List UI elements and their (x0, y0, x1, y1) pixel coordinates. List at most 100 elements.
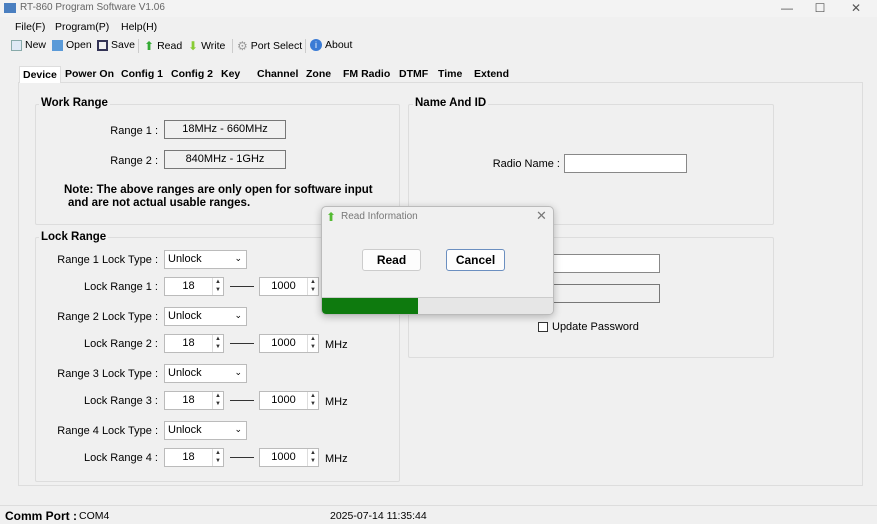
spin-arrows-icon[interactable]: ▲ ▼ (212, 335, 223, 352)
lock-range-high-stepper[interactable]: 1000 ▲ ▼ (259, 334, 319, 353)
tab-fm-radio[interactable]: FM Radio (340, 66, 393, 82)
tab-channel[interactable]: Channel (254, 66, 301, 82)
save-icon (97, 39, 108, 51)
radio-name-input[interactable] (564, 154, 687, 173)
comm-port-value: COM4 (79, 510, 110, 522)
password-input[interactable] (550, 254, 660, 273)
range-separator (230, 343, 254, 344)
spin-arrows-icon[interactable]: ▲ ▼ (212, 392, 223, 409)
note-text: Note: The above ranges are only open for… (64, 184, 373, 196)
tab-device[interactable]: Device (19, 66, 61, 83)
write-label: Write (201, 40, 226, 52)
lock-range-high-value: 1000 (271, 394, 296, 406)
lock-type-select[interactable]: Unlock ⌄ (164, 250, 247, 269)
lock-range-low-stepper[interactable]: 18 ▲ ▼ (164, 448, 224, 467)
range-separator (230, 457, 254, 458)
spin-arrows-icon[interactable]: ▲ ▼ (212, 449, 223, 466)
save-button[interactable]: Save (97, 39, 135, 51)
about-label: About (325, 39, 353, 51)
lock-type-value: Unlock (168, 310, 202, 322)
about-button[interactable]: i About (310, 39, 352, 51)
tab-power-on[interactable]: Power On (62, 66, 117, 82)
toolbar-divider (232, 39, 233, 53)
name-id-title: Name And ID (413, 97, 489, 109)
lock-range-low-stepper[interactable]: 18 ▲ ▼ (164, 277, 224, 296)
lock-range-low-stepper[interactable]: 18 ▲ ▼ (164, 391, 224, 410)
open-button[interactable]: Open (52, 39, 92, 51)
new-button[interactable]: New (11, 39, 46, 51)
lock-range-high-stepper[interactable]: 1000 ▲ ▼ (259, 277, 319, 296)
chevron-down-icon: ⌄ (234, 253, 242, 263)
update-password-checkbox[interactable] (538, 322, 548, 332)
progress-bar (322, 297, 553, 314)
gear-icon: ⚙ (237, 39, 248, 53)
spin-arrows-icon[interactable]: ▲ ▼ (307, 335, 318, 352)
progress-fill (322, 298, 418, 314)
port-select-label: Port Select (250, 40, 303, 52)
lock-type-value: Unlock (168, 367, 202, 379)
toolbar-divider (305, 39, 306, 53)
arrow-up-icon: ⬆ (326, 210, 337, 224)
lock-type-select[interactable]: Unlock ⌄ (164, 307, 247, 326)
minimize-button[interactable]: — (772, 1, 802, 15)
save-label: Save (111, 39, 135, 51)
tab-extend[interactable]: Extend (471, 66, 512, 82)
info-icon: i (310, 39, 322, 51)
unit-label: MHz (325, 453, 348, 465)
tab-key[interactable]: Key (218, 66, 243, 82)
spin-arrows-icon[interactable]: ▲ ▼ (307, 278, 318, 295)
lock-range-label: Lock Range 3 : (84, 395, 158, 407)
comm-port-label: Comm Port : (5, 509, 77, 523)
range2-field: 840MHz - 1GHz (164, 150, 286, 169)
lock-type-label: Range 4 Lock Type : (57, 425, 158, 437)
lock-type-label: Range 1 Lock Type : (57, 254, 158, 266)
spin-arrows-icon[interactable]: ▲ ▼ (307, 449, 318, 466)
read-information-dialog: ⬆ Read Information ✕ Read Cancel (321, 206, 554, 315)
lock-range-label: Lock Range 4 : (84, 452, 158, 464)
range1-field: 18MHz - 660MHz (164, 120, 286, 139)
menu-help[interactable]: Help(H) (121, 21, 157, 33)
spin-arrows-icon[interactable]: ▲ ▼ (307, 392, 318, 409)
tab-zone[interactable]: Zone (303, 66, 334, 82)
arrow-up-icon: ⬆ (144, 39, 155, 53)
menu-file[interactable]: File(F) (15, 21, 45, 33)
tab-config-1[interactable]: Config 1 (118, 66, 166, 82)
status-datetime: 2025-07-14 11:35:44 (330, 510, 427, 522)
read-button[interactable]: ⬆ Read (144, 39, 182, 53)
lock-range-label: Lock Range 2 : (84, 338, 158, 350)
chevron-down-icon: ⌄ (234, 424, 242, 434)
lock-range-title: Lock Range (39, 231, 109, 243)
dialog-read-button[interactable]: Read (362, 249, 421, 271)
lock-type-select[interactable]: Unlock ⌄ (164, 364, 247, 383)
folder-icon (52, 39, 63, 51)
work-range-title: Work Range (39, 97, 110, 109)
lock-range-low-stepper[interactable]: 18 ▲ ▼ (164, 334, 224, 353)
spin-arrows-icon[interactable]: ▲ ▼ (212, 278, 223, 295)
range-separator (230, 400, 254, 401)
lock-range-high-value: 1000 (271, 451, 296, 463)
dialog-close-button[interactable]: ✕ (536, 208, 547, 224)
lock-type-label: Range 3 Lock Type : (57, 368, 158, 380)
lock-type-label: Range 2 Lock Type : (57, 311, 158, 323)
lock-range-high-value: 1000 (271, 280, 296, 292)
lock-range-low-value: 18 (182, 394, 195, 406)
tab-time[interactable]: Time (435, 66, 465, 82)
lock-type-value: Unlock (168, 424, 202, 436)
tab-dtmf[interactable]: DTMF (396, 66, 431, 82)
menu-program[interactable]: Program(P) (55, 21, 109, 33)
port-select-button[interactable]: ⚙ Port Select (237, 39, 302, 53)
lock-range-low-value: 18 (182, 337, 195, 349)
lock-range-label: Lock Range 1 : (84, 281, 158, 293)
lock-type-select[interactable]: Unlock ⌄ (164, 421, 247, 440)
lock-range-high-stepper[interactable]: 1000 ▲ ▼ (259, 448, 319, 467)
close-button[interactable]: ✕ (841, 1, 871, 15)
maximize-button[interactable]: ☐ (805, 1, 835, 15)
dialog-cancel-button[interactable]: Cancel (446, 249, 505, 271)
lock-range-high-value: 1000 (271, 337, 296, 349)
range1-label: Range 1 : (110, 125, 158, 137)
write-button[interactable]: ⬇ Write (188, 39, 225, 53)
tab-config-2[interactable]: Config 2 (168, 66, 216, 82)
lock-range-high-stepper[interactable]: 1000 ▲ ▼ (259, 391, 319, 410)
confirm-password-input[interactable] (550, 284, 660, 303)
range2-label: Range 2 : (110, 155, 158, 167)
